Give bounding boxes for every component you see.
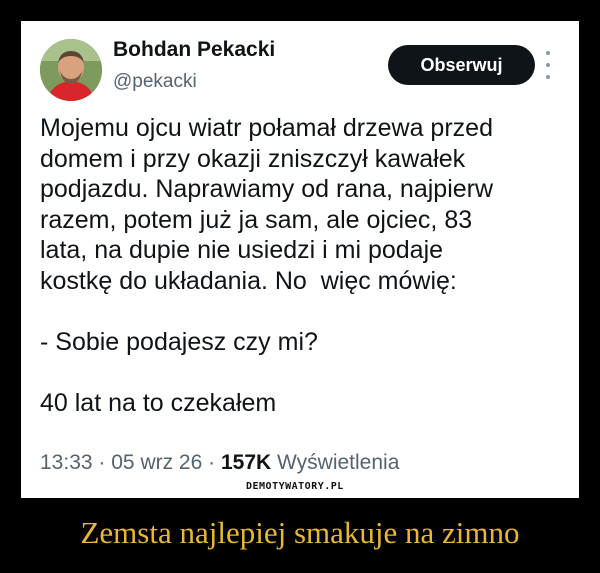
more-options-icon[interactable] — [541, 51, 555, 79]
meta-separator: · — [98, 451, 106, 474]
dot — [546, 63, 550, 67]
tweet-card: Bohdan Pekacki @pekacki Obserwuj Mojemu … — [21, 21, 579, 498]
tweet-meta: 13:33 · 05 wrz 26 · 157K Wyświetlenia — [40, 451, 399, 475]
avatar-image — [40, 39, 102, 101]
views-count: 157K — [220, 451, 272, 474]
tweet-time[interactable]: 13:33 — [40, 451, 93, 474]
tweet-text: Mojemu ojcu wiatr połamał drzewa przed d… — [40, 114, 494, 417]
meta-separator: · — [208, 451, 216, 474]
dot — [546, 51, 550, 55]
views-label: Wyświetlenia — [277, 451, 400, 474]
follow-button[interactable]: Obserwuj — [388, 45, 535, 85]
watermark: DEMOTYWATORY.PL — [246, 481, 344, 492]
dot — [546, 75, 550, 79]
caption: Zemsta najlepiej smakuje na zimno — [80, 515, 520, 550]
author-name[interactable]: Bohdan Pekacki — [113, 38, 275, 62]
avatar[interactable] — [40, 39, 102, 101]
tweet-date[interactable]: 05 wrz 26 — [111, 451, 202, 474]
author-handle[interactable]: @pekacki — [113, 71, 197, 93]
